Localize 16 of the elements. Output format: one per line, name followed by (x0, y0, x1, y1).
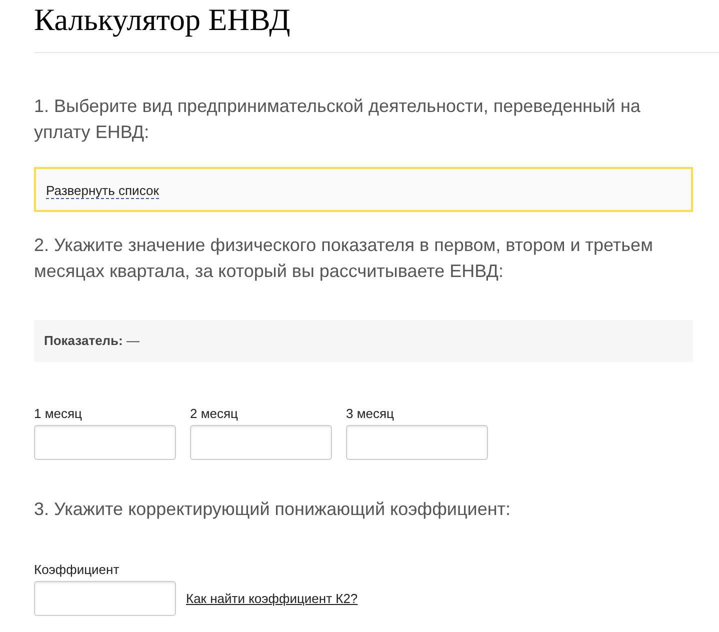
help-link[interactable]: Как найти коэффициент К2? (186, 588, 358, 608)
field-label: 1 месяц (34, 406, 83, 422)
field-label: Коэффициент (34, 562, 120, 578)
input-field[interactable] (34, 581, 176, 616)
page-title: Калькулятор ЕНВД (34, 1, 292, 38)
field-label: 2 месяц (190, 406, 239, 422)
indicator-text: Показатель: — (44, 332, 140, 350)
input-field[interactable] (346, 425, 488, 460)
input-field[interactable] (190, 425, 332, 460)
question-text: 3. Укажите корректирующий понижающий коэффициент: (34, 498, 512, 521)
expand-list-link[interactable]: Развернуть список (46, 183, 159, 199)
input-field[interactable] (34, 425, 176, 460)
select-box[interactable]: Развернуть список (34, 167, 693, 212)
field-label: 3 месяц (346, 406, 395, 422)
question-text: 1. Выберите вид предпринимательской деятельности, переведенный на уплату ЕНВД: (34, 95, 642, 144)
question-text: 2. Укажите значение физического показателя в первом, втором и третьем месяцах квартала, за который вы рассчитываете ЕНВД: (34, 234, 654, 283)
